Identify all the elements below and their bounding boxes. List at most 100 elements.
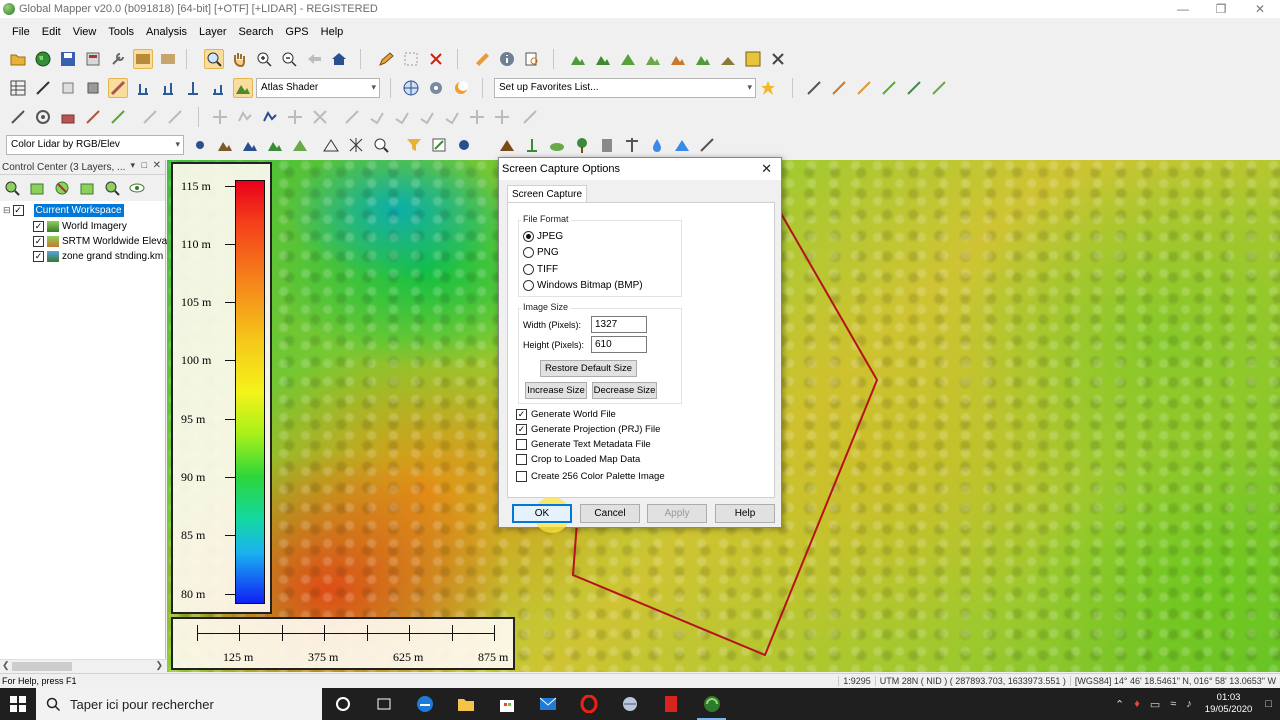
- start-button[interactable]: [0, 688, 36, 720]
- lidar-tool-6[interactable]: [622, 135, 642, 155]
- cc-add-layer-icon[interactable]: [27, 178, 47, 198]
- menu-layer[interactable]: Layer: [199, 26, 227, 38]
- projection-file-checkbox[interactable]: ✓ Generate Projection (PRJ) File: [516, 424, 660, 435]
- collapse-icon[interactable]: ⊟: [3, 205, 11, 216]
- terrain-icon-2[interactable]: [593, 49, 613, 69]
- join-icon[interactable]: [310, 107, 330, 127]
- area-icon[interactable]: [58, 107, 78, 127]
- layer-checkbox[interactable]: ✓: [33, 221, 44, 232]
- workspace-label[interactable]: Current Workspace: [33, 204, 124, 217]
- cc-zoom-layer-icon[interactable]: [2, 178, 22, 198]
- terrain-icon-3[interactable]: [618, 49, 638, 69]
- zoom-in-icon[interactable]: [254, 49, 274, 69]
- elevation-icon-3[interactable]: [183, 78, 203, 98]
- notifications-icon[interactable]: □: [1265, 698, 1272, 710]
- tool-icon-h[interactable]: [520, 107, 540, 127]
- panel-maximize-icon[interactable]: □: [142, 160, 147, 170]
- pdf-icon[interactable]: [650, 688, 691, 720]
- edit-lidar-icon[interactable]: [429, 135, 449, 155]
- tool-icon-b[interactable]: [367, 107, 387, 127]
- search-feature-icon[interactable]: [522, 49, 542, 69]
- restore-default-size-button[interactable]: Restore Default Size: [540, 360, 637, 377]
- image-icon[interactable]: [743, 49, 763, 69]
- taskbar-search[interactable]: Taper ici pour rechercher: [36, 688, 322, 720]
- global-mapper-taskbar-icon[interactable]: [691, 688, 732, 720]
- format-tiff-radio[interactable]: TIFF: [523, 264, 558, 275]
- lidar-color-select[interactable]: Color Lidar by RGB/Elev: [6, 135, 184, 155]
- lidar-tool-1[interactable]: [497, 135, 517, 155]
- delete-icon[interactable]: [426, 49, 446, 69]
- save-icon[interactable]: [58, 49, 78, 69]
- format-png-radio[interactable]: PNG: [523, 247, 559, 258]
- format-bmp-radio[interactable]: Windows Bitmap (BMP): [523, 280, 643, 291]
- edit-vertex-icon[interactable]: [8, 107, 28, 127]
- layer-row[interactable]: ✓ SRTM Worldwide Elevat: [33, 234, 170, 249]
- layer-row[interactable]: ✓ World Imagery: [33, 219, 127, 234]
- layer-label[interactable]: World Imagery: [62, 221, 127, 232]
- shader-icon[interactable]: [233, 78, 253, 98]
- config-icon[interactable]: [158, 49, 178, 69]
- lidar-tool-9[interactable]: [697, 135, 717, 155]
- workspace-checkbox[interactable]: ✓: [12, 205, 24, 216]
- layer-checkbox[interactable]: ✓: [33, 251, 44, 262]
- digitize-line-icon-1[interactable]: [804, 78, 824, 98]
- favorite-star-icon[interactable]: [758, 78, 778, 98]
- scroll-thumb[interactable]: [12, 662, 72, 671]
- store-icon[interactable]: [486, 688, 527, 720]
- volume-icon[interactable]: ♪: [1186, 698, 1192, 710]
- lidar-icon-1[interactable]: [190, 135, 210, 155]
- lidar-tool-8[interactable]: [672, 135, 692, 155]
- digitize-line-icon-2[interactable]: [829, 78, 849, 98]
- digitize-line-icon-6[interactable]: [929, 78, 949, 98]
- wrench-icon[interactable]: [108, 49, 128, 69]
- grid-icon[interactable]: [8, 78, 28, 98]
- menu-edit[interactable]: Edit: [42, 26, 61, 38]
- width-input[interactable]: 1327: [591, 316, 647, 333]
- terrain-icon-6[interactable]: [693, 49, 713, 69]
- tool-icon-g[interactable]: [492, 107, 512, 127]
- lidar-icon-3[interactable]: [240, 135, 260, 155]
- height-input[interactable]: 610: [591, 336, 647, 353]
- file-explorer-icon[interactable]: [445, 688, 486, 720]
- feature-icon-4[interactable]: [165, 107, 185, 127]
- app-icon-globe[interactable]: [609, 688, 650, 720]
- zoom-out-icon[interactable]: [279, 49, 299, 69]
- dialog-close-icon[interactable]: ✕: [761, 161, 772, 177]
- antivirus-icon[interactable]: ♦: [1134, 698, 1140, 710]
- raster-icon[interactable]: [58, 78, 78, 98]
- minimize-button[interactable]: —: [1163, 0, 1203, 18]
- path-tool-icon[interactable]: [33, 78, 53, 98]
- feature-icon-3[interactable]: [140, 107, 160, 127]
- shaded-relief-icon[interactable]: [108, 78, 128, 98]
- query-icon[interactable]: [371, 135, 391, 155]
- measure-icon[interactable]: [472, 49, 492, 69]
- opera-icon[interactable]: [568, 688, 609, 720]
- cc-visibility-icon[interactable]: [127, 178, 147, 198]
- decrease-size-button[interactable]: Decrease Size: [592, 382, 657, 399]
- reshape-icon[interactable]: [235, 107, 255, 127]
- terrain-icon-4[interactable]: [643, 49, 663, 69]
- lidar-tool-4[interactable]: [572, 135, 592, 155]
- cancel-button[interactable]: Cancel: [580, 504, 640, 523]
- select-rect-icon[interactable]: [401, 49, 421, 69]
- lidar-icon-2[interactable]: [215, 135, 235, 155]
- home-icon[interactable]: [329, 49, 349, 69]
- layer-label[interactable]: SRTM Worldwide Elevat: [62, 236, 170, 247]
- tool-icon-a[interactable]: [342, 107, 362, 127]
- palette-checkbox[interactable]: Create 256 Color Palette Image: [516, 471, 665, 482]
- format-jpeg-radio[interactable]: JPEG: [523, 231, 563, 242]
- mail-icon[interactable]: [527, 688, 568, 720]
- panel-close-icon[interactable]: ✕: [153, 160, 161, 171]
- ok-button[interactable]: OK: [512, 504, 572, 523]
- pencil-icon[interactable]: [376, 49, 396, 69]
- scroll-right-icon[interactable]: ❯: [155, 660, 163, 671]
- favorites-select[interactable]: Set up Favorites List...: [494, 78, 756, 98]
- split-icon[interactable]: [285, 107, 305, 127]
- lidar-tool-7[interactable]: [647, 135, 667, 155]
- target-icon[interactable]: [33, 107, 53, 127]
- layer-checkbox[interactable]: ✓: [33, 236, 44, 247]
- info-icon[interactable]: [497, 49, 517, 69]
- node-icon[interactable]: [260, 107, 280, 127]
- close-window-button[interactable]: ✕: [1240, 0, 1280, 18]
- help-button[interactable]: Help: [715, 504, 775, 523]
